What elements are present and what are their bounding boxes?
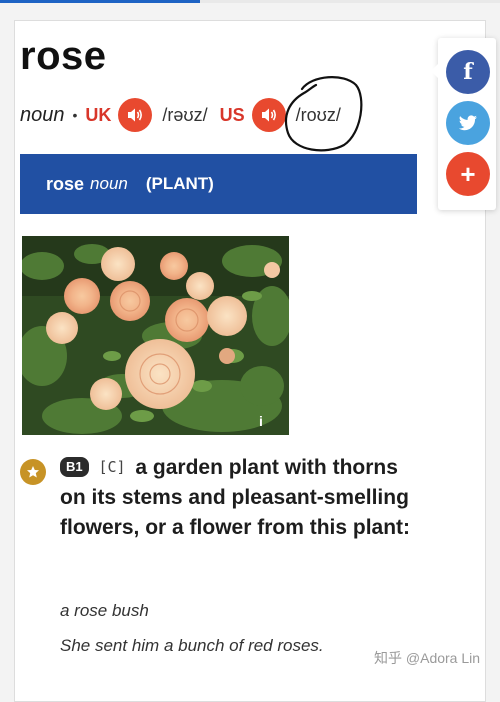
separator-dot: • <box>72 107 78 123</box>
star-glyph <box>27 466 39 478</box>
speaker-icon <box>261 108 276 122</box>
uk-label: UK <box>85 104 112 125</box>
us-label: US <box>219 104 245 125</box>
plus-icon: + <box>460 158 476 189</box>
share-panel: f + <box>431 38 496 210</box>
twitter-icon <box>458 115 477 131</box>
sense-guideword: (PLANT) <box>145 174 214 193</box>
sense-word: rose <box>46 173 85 194</box>
speaker-icon <box>128 108 143 122</box>
headword: rose <box>20 34 107 78</box>
us-audio-button[interactable] <box>251 98 286 132</box>
definition-text-block: B1 [C] a garden plant with thorns on its… <box>60 452 420 543</box>
uk-audio-button[interactable] <box>118 98 153 132</box>
image-info-icon[interactable]: i <box>259 413 263 429</box>
sense-header[interactable]: rose noun (PLANT) <box>20 154 417 214</box>
level-badge: B1 <box>60 457 89 477</box>
loading-accent <box>0 0 200 3</box>
part-of-speech: noun <box>20 103 65 126</box>
star-icon[interactable] <box>20 459 46 485</box>
grammar-code: [C] <box>98 458 126 476</box>
example-sentence: She sent him a bunch of red roses. <box>60 636 324 655</box>
sense-pos: noun <box>90 174 128 193</box>
uk-ipa: /rəʊz/ <box>162 104 208 125</box>
facebook-share-button[interactable]: f <box>446 50 490 94</box>
rose-bush-image: i <box>22 236 289 435</box>
facebook-icon: f <box>463 59 473 85</box>
twitter-share-button[interactable] <box>446 101 490 145</box>
us-ipa-text: /roʊz/ <box>295 104 341 125</box>
rose-photo[interactable]: i <box>22 236 289 435</box>
pronunciation-row: noun • UK /rəʊz/ US /roʊz/ <box>20 75 363 151</box>
watermark: 知乎 @Adora Lin <box>374 650 481 666</box>
page-top-strip <box>0 0 500 3</box>
example-sentence: a rose bush <box>60 601 149 620</box>
us-ipa: /roʊz/ <box>284 75 363 151</box>
more-share-button[interactable]: + <box>446 152 490 196</box>
